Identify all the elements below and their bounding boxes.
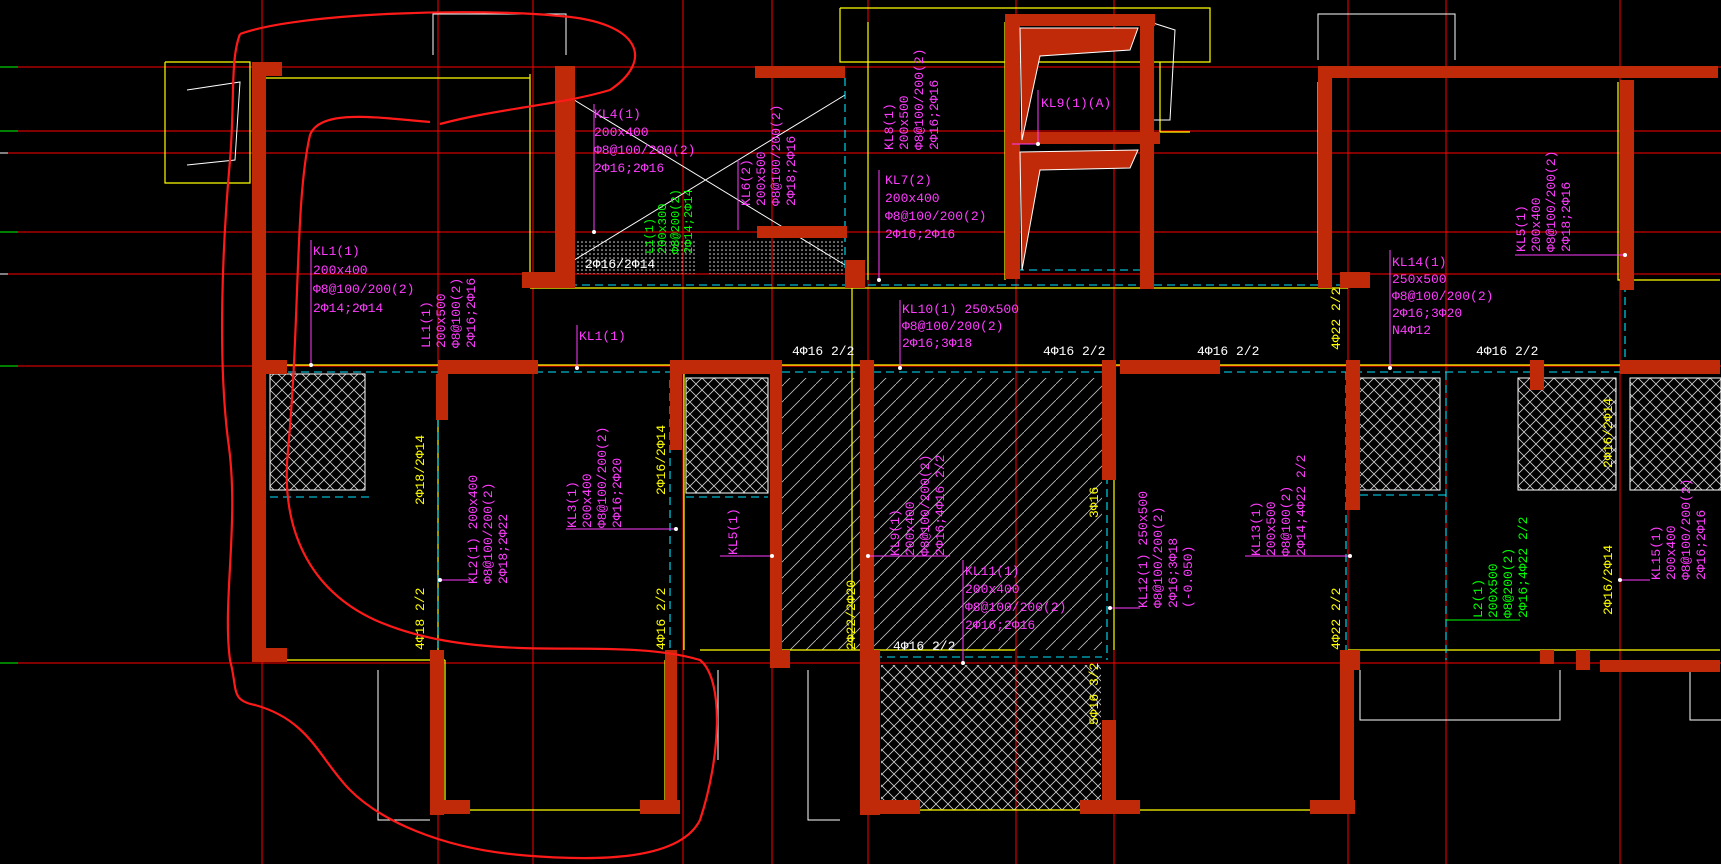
wall — [1600, 660, 1720, 672]
rebar-label: 4Φ16 2/2 — [1476, 344, 1538, 359]
rebar-label: 4Φ18 2/2 — [413, 588, 428, 650]
wall — [860, 650, 880, 815]
wall — [665, 650, 677, 814]
wall — [1530, 360, 1544, 390]
rebar-label: 2Φ16/2Φ14 — [585, 257, 655, 272]
wall — [860, 360, 874, 660]
wall — [430, 650, 444, 815]
wall — [1120, 360, 1220, 374]
rebar-label: 4Φ22 2/2 — [1329, 588, 1344, 650]
wall — [1005, 14, 1020, 279]
wall — [845, 260, 865, 288]
wall — [252, 62, 282, 76]
wall — [252, 360, 287, 374]
wall — [770, 650, 790, 668]
wall — [1102, 360, 1116, 480]
rebar-label: 2Φ16/2Φ14 — [1601, 545, 1616, 615]
wall — [1005, 14, 1155, 26]
wall — [436, 374, 448, 420]
wall — [770, 360, 782, 660]
cross-hatch-area — [881, 665, 1101, 810]
wall — [1318, 66, 1332, 288]
dotted-area — [708, 240, 843, 274]
cross-hatch-area — [1356, 377, 1441, 491]
wall — [757, 226, 847, 238]
rebar-label: 4Φ22 2/2 — [1329, 288, 1344, 350]
rebar-label: 2Φ18/2Φ14 — [413, 435, 428, 505]
wall — [755, 66, 845, 78]
rebar-label: 2Φ16/2Φ14 — [654, 425, 669, 495]
wall — [252, 648, 287, 662]
wall — [1540, 650, 1554, 664]
cross-hatch-area — [685, 377, 769, 494]
wall — [1346, 360, 1360, 510]
wall — [1010, 132, 1160, 144]
wall — [1620, 80, 1634, 290]
wall — [670, 360, 682, 450]
rebar-label: 4Φ16 2/2 — [1043, 344, 1105, 359]
wall — [522, 272, 562, 288]
cross-hatch-area — [269, 373, 366, 491]
rebar-label: 4Φ16 2/2 — [893, 639, 955, 654]
rebar-label: 2Φ22/2Φ20 — [844, 580, 859, 650]
rebar-label: 5Φ16 3/2 — [1087, 663, 1102, 725]
wall — [670, 360, 770, 374]
rebar-label: 3Φ16 — [1087, 487, 1102, 518]
rebar-label: 4Φ16 2/2 — [654, 588, 669, 650]
rebar-label: 2Φ16/2Φ14 — [1601, 398, 1616, 468]
wall — [1080, 800, 1140, 814]
wall — [1340, 650, 1354, 814]
rebar-label: 4Φ16 2/2 — [1197, 344, 1259, 359]
wall — [1340, 272, 1370, 288]
wall — [1140, 14, 1154, 289]
beam-label-kl5-mid: KL5(1) — [726, 508, 741, 555]
wall — [1620, 360, 1720, 374]
wall — [860, 800, 920, 814]
wall — [438, 360, 538, 374]
wall — [1318, 66, 1718, 78]
structural-beam-plan-drawing: KL4(1) 200x400 Φ8@100/200(2) 2Φ16;2Φ16 K… — [0, 0, 1721, 864]
beam-label-kl9: KL9(1)(A) — [1041, 96, 1111, 111]
wall — [430, 800, 470, 814]
wall — [1102, 720, 1116, 810]
wall — [1576, 650, 1590, 670]
beam-label-kl1-mid: KL1(1) — [579, 329, 626, 344]
rebar-label: 4Φ16 2/2 — [792, 344, 854, 359]
cross-hatch-area — [1629, 377, 1721, 491]
